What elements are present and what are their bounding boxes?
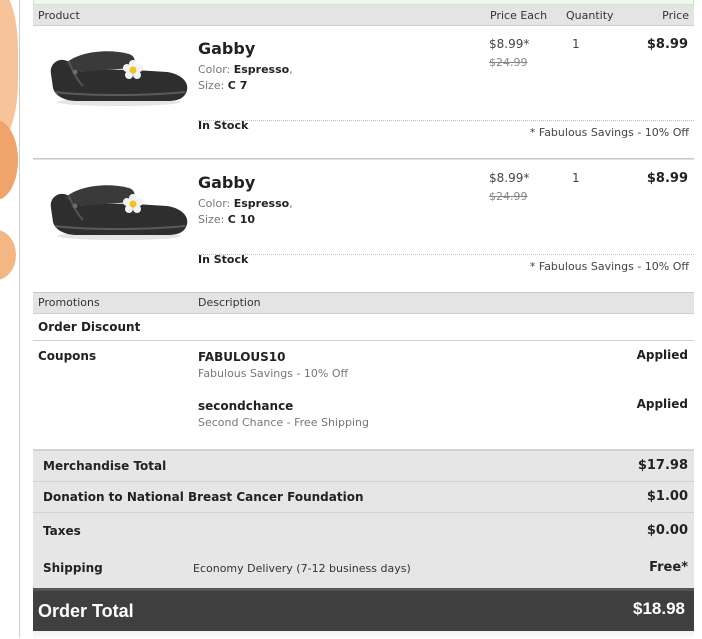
price-each: $8.99* [489,37,530,51]
promotions-header: Promotions Description [33,293,694,314]
donation-row: Donation to National Breast Cancer Found… [33,482,694,513]
order-total-label: Order Total [38,601,134,621]
original-price: $24.99 [489,190,528,203]
price-each: $8.99* [489,171,530,185]
order-total-value: $18.98 [633,599,685,618]
coupon-description: Second Chance - Free Shipping [198,416,369,429]
cart-item: Gabby Color: Espresso, Size: C 10 In Sto… [33,159,694,293]
color-suffix: , [289,197,293,210]
taxes-value: $0.00 [646,523,688,538]
coupons-label: Coupons [38,349,97,363]
shipping-value: Free* [649,560,688,575]
cart-table-header: Product Price Each Quantity Price [33,5,694,26]
header-quantity: Quantity [566,9,614,22]
coupon-status: Applied [636,397,688,411]
coupon-code: FABULOUS10 [198,350,286,364]
order-discount-label: Order Discount [38,320,141,334]
color-value: Espresso [233,63,290,76]
product-image-shoe[interactable] [47,46,189,108]
taxes-label: Taxes [43,524,81,538]
coupons-section: Coupons FABULOUS10 Fabulous Savings - 10… [33,341,694,450]
product-color: Color: Espresso, [198,197,293,210]
header-product: Product [38,9,80,22]
color-value: Espresso [233,197,290,210]
header-price: Price [662,9,689,22]
product-color: Color: Espresso, [198,63,293,76]
coupon-status: Applied [636,348,688,362]
decor-edge [19,0,20,638]
product-size: Size: C 7 [198,79,247,92]
header-price-each: Price Each [490,9,548,22]
decor-blob [0,0,18,140]
shopping-cart: Product Price Each Quantity Price Gabby … [33,0,694,639]
line-price: $8.99 [646,37,688,52]
header-promotions: Promotions [38,296,100,309]
savings-note: * Fabulous Savings - 10% Off [529,126,689,139]
cart-item: Gabby Color: Espresso, Size: C 7 In Stoc… [33,26,694,159]
item-divider [198,254,694,255]
item-divider [198,120,694,121]
header-description: Description [198,296,261,309]
size-value: C 7 [227,79,248,92]
shipping-label: Shipping [43,561,103,575]
color-label: Color: [198,197,231,210]
decor-blob [0,230,16,280]
size-label: Size: [198,79,225,92]
original-price: $24.99 [489,56,528,69]
line-price: $8.99 [646,171,688,186]
size-label: Size: [198,213,225,226]
savings-note: * Fabulous Savings - 10% Off [529,260,689,273]
donation-label: Donation to National Breast Cancer Found… [43,490,364,504]
merchandise-total-row: Merchandise Total $17.98 [33,451,694,482]
color-suffix: , [289,63,293,76]
coupon-code: secondchance [198,399,294,413]
merchandise-total-value: $17.98 [637,458,688,473]
quantity: 1 [572,171,580,185]
product-name[interactable]: Gabby [198,39,255,58]
donation-value: $1.00 [646,489,688,504]
shipping-method: Economy Delivery (7-12 business days) [193,562,411,575]
merchandise-total-label: Merchandise Total [43,459,167,473]
page-backdrop [0,0,20,638]
color-label: Color: [198,63,231,76]
coupon-description: Fabulous Savings - 10% Off [198,367,349,380]
taxes-shipping-block: Taxes $0.00 Shipping Economy Delivery (7… [33,513,694,588]
product-size: Size: C 10 [198,213,255,226]
decor-blob [0,120,18,200]
quantity: 1 [572,37,580,51]
product-name[interactable]: Gabby [198,173,255,192]
order-summary: Merchandise Total $17.98 Donation to Nat… [33,450,694,588]
size-value: C 10 [227,213,256,226]
order-discount-row: Order Discount [33,314,694,341]
order-total-bar: Order Total $18.98 [33,588,694,631]
product-image-shoe[interactable] [47,180,189,242]
